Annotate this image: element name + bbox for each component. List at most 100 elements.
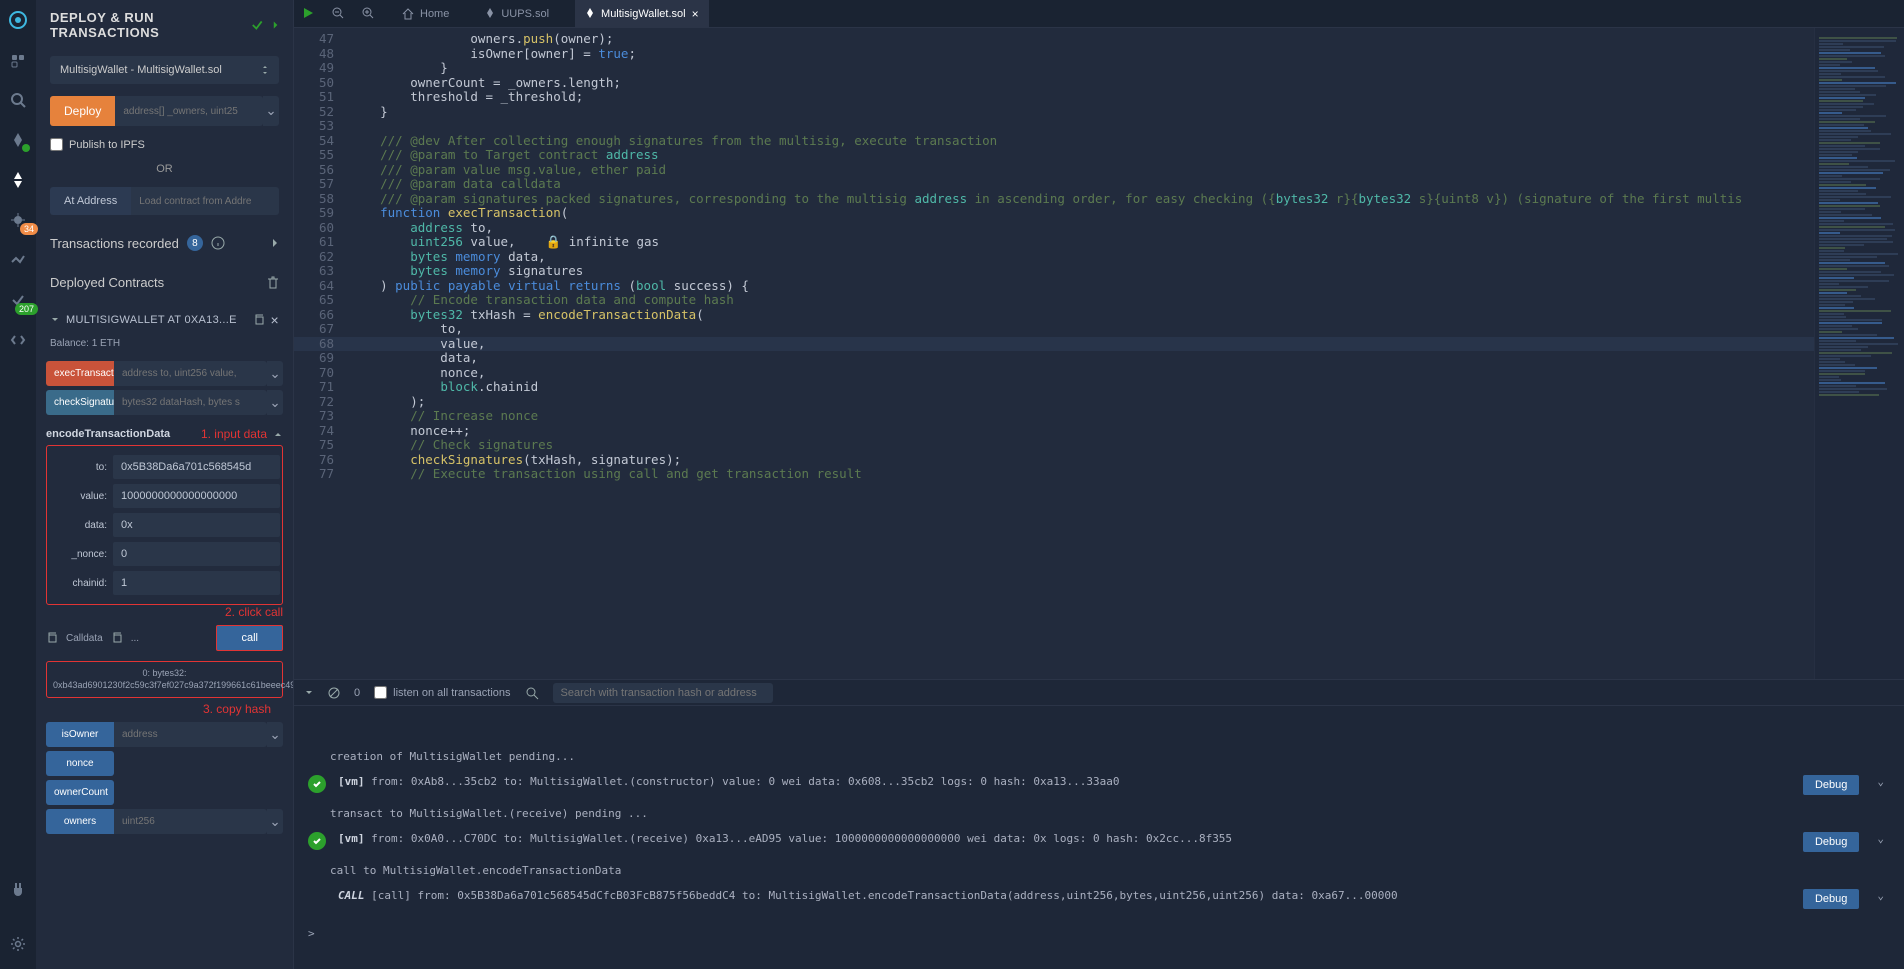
expand-log-icon[interactable]: ⌄ — [1871, 832, 1890, 845]
compiler-icon[interactable] — [8, 130, 28, 150]
scripts-icon[interactable] — [8, 330, 28, 350]
console-toolbar: 0 listen on all transactions — [294, 680, 1904, 706]
chevron-up-icon[interactable] — [273, 429, 283, 439]
param-chainid-input[interactable] — [113, 571, 280, 595]
copy-icon[interactable] — [253, 314, 265, 326]
deploy-icon[interactable] — [8, 170, 28, 190]
tab-home[interactable]: Home — [392, 0, 459, 27]
deploy-panel: DEPLOY & RUN TRANSACTIONS MultisigWallet… — [36, 0, 294, 969]
chevron-right-icon[interactable] — [271, 237, 279, 249]
more-icon[interactable]: ... — [131, 633, 139, 644]
console-body: creation of MultisigWallet pending... [v… — [294, 706, 1904, 969]
check-signatures-button[interactable]: checkSignatu — [46, 390, 114, 415]
deploy-button[interactable]: Deploy — [50, 96, 115, 126]
dc-label: Deployed Contracts — [50, 275, 164, 290]
param-label-to: to: — [49, 462, 107, 473]
expand-deploy-icon[interactable]: ⌄ — [263, 96, 279, 126]
param-label-data: data: — [49, 520, 107, 531]
debug-button[interactable]: Debug — [1803, 775, 1859, 795]
home-icon — [402, 8, 414, 20]
debug-button[interactable]: Debug — [1803, 832, 1859, 852]
check-sig-input[interactable] — [114, 390, 267, 415]
encode-fn-label: encodeTransactionData — [46, 428, 170, 440]
success-icon — [308, 775, 326, 793]
tx-recorded-header[interactable]: Transactions recorded 8 — [36, 221, 293, 261]
at-address-button[interactable]: At Address — [50, 187, 131, 215]
plugin-icon[interactable] — [8, 879, 28, 899]
close-icon[interactable]: × — [271, 312, 279, 328]
expand-fn-icon[interactable]: ⌄ — [267, 722, 283, 747]
contract-select-value: MultisigWallet - MultisigWallet.sol — [60, 64, 222, 76]
expand-fn-icon[interactable]: ⌄ — [267, 390, 283, 415]
param-value-input[interactable] — [113, 484, 280, 508]
log-text: call to MultisigWallet.encodeTransaction… — [330, 864, 1890, 877]
log-text: [vm] from: 0x0A0...C70DC to: MultisigWal… — [338, 832, 1791, 845]
isowner-input[interactable] — [114, 722, 267, 747]
tab-uups[interactable]: UUPS.sol — [475, 0, 559, 27]
ban-icon[interactable] — [328, 687, 340, 699]
expand-log-icon[interactable]: ⌄ — [1871, 775, 1890, 788]
main-area: Home UUPS.sol MultisigWallet.sol × 47 ow… — [294, 0, 1904, 969]
logo-icon[interactable] — [8, 10, 28, 30]
at-address-input[interactable] — [131, 187, 279, 215]
param-to-input[interactable] — [113, 455, 280, 479]
expand-fn-icon[interactable]: ⌄ — [267, 361, 283, 386]
owners-button[interactable]: owners — [46, 809, 114, 834]
tab-multisig[interactable]: MultisigWallet.sol × — [575, 0, 709, 27]
owners-input[interactable] — [114, 809, 267, 834]
ipfs-checkbox-row[interactable]: Publish to IPFS — [50, 138, 279, 151]
console-prompt[interactable]: > — [294, 919, 1904, 948]
copy-icon[interactable] — [111, 632, 123, 644]
deployed-contracts-header: Deployed Contracts — [36, 261, 293, 300]
contract-selector[interactable]: MultisigWallet - MultisigWallet.sol — [50, 56, 279, 84]
tab-close-icon[interactable]: × — [692, 7, 699, 21]
testing-icon[interactable]: 207 — [8, 290, 28, 310]
console-search-input[interactable] — [553, 683, 773, 703]
console-panel: 0 listen on all transactions creation of… — [294, 679, 1904, 969]
file-explorer-icon[interactable] — [8, 50, 28, 70]
chevron-down-icon[interactable] — [304, 688, 314, 698]
exec-transaction-button[interactable]: execTransact — [46, 361, 114, 386]
nonce-button[interactable]: nonce — [46, 751, 114, 776]
console-count: 0 — [354, 687, 360, 699]
search-icon[interactable] — [525, 686, 539, 700]
ipfs-checkbox[interactable] — [50, 138, 63, 151]
tx-count-badge: 8 — [187, 235, 203, 251]
zoom-out-icon[interactable] — [332, 7, 346, 21]
listen-checkbox[interactable] — [374, 686, 387, 699]
param-data-input[interactable] — [113, 513, 280, 537]
play-icon[interactable] — [302, 7, 316, 21]
zoom-in-icon[interactable] — [362, 7, 376, 21]
panel-title: DEPLOY & RUN TRANSACTIONS — [50, 10, 243, 40]
copy-icon[interactable] — [46, 632, 58, 644]
badge-207: 207 — [15, 303, 38, 315]
dc-header-row[interactable]: MULTISIGWALLET AT 0XA13...E × — [46, 306, 283, 334]
panel-header: DEPLOY & RUN TRANSACTIONS — [36, 0, 293, 50]
settings-icon[interactable] — [8, 934, 28, 954]
info-icon[interactable] — [211, 236, 225, 250]
debug-button[interactable]: Debug — [1803, 889, 1859, 909]
chevron-down-icon[interactable] — [50, 315, 60, 325]
ipfs-label: Publish to IPFS — [69, 139, 145, 151]
deploy-args-input[interactable] — [115, 96, 263, 126]
code-editor[interactable]: 47 owners.push(owner);48 isOwner[owner] … — [294, 28, 1814, 679]
expand-fn-icon[interactable]: ⌄ — [267, 809, 283, 834]
analysis-icon[interactable] — [8, 250, 28, 270]
minimap[interactable] — [1814, 28, 1904, 679]
listen-checkbox-row[interactable]: listen on all transactions — [374, 686, 510, 699]
tab-bar: Home UUPS.sol MultisigWallet.sol × — [294, 0, 1904, 28]
call-button[interactable]: call — [216, 625, 283, 651]
expand-log-icon[interactable]: ⌄ — [1871, 889, 1890, 902]
chevron-right-icon[interactable] — [272, 19, 279, 31]
log-text: CALL [call] from: 0x5B38Da6a701c568545dC… — [338, 889, 1791, 902]
trash-icon[interactable] — [267, 276, 279, 290]
debugger-icon[interactable]: 34 — [8, 210, 28, 230]
balance-text: Balance: 1 ETH — [46, 334, 283, 357]
isowner-button[interactable]: isOwner — [46, 722, 114, 747]
ownercount-button[interactable]: ownerCount — [46, 780, 114, 805]
search-icon[interactable] — [8, 90, 28, 110]
exec-tx-input[interactable] — [114, 361, 267, 386]
log-text: transact to MultisigWallet.(receive) pen… — [330, 807, 1890, 820]
dc-name: MULTISIGWALLET AT 0XA13...E — [66, 314, 237, 326]
param-nonce-input[interactable] — [113, 542, 280, 566]
